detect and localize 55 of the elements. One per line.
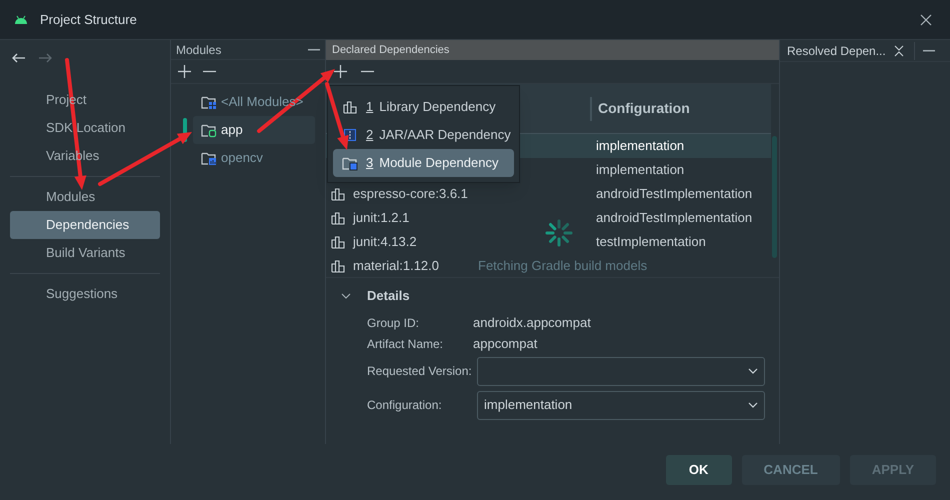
dialog-button[interactable]: OK [666,455,732,485]
android-logo-icon [14,14,28,24]
table-cell-text: junit:4.13.2 [353,233,417,252]
module-item[interactable]: opencv [193,144,315,172]
minimize-icon[interactable] [922,50,935,52]
dropdown-field[interactable] [477,356,765,386]
table-cell-text: androidTestImplementation [596,209,752,228]
panel-title: Resolved Depen... [787,42,886,60]
table-cell-text: espresso-core:3.6.1 [353,185,468,204]
panel-title: Modules [176,42,222,58]
menu-item[interactable]: 3 Module Dependency [333,149,514,177]
table-cell-text: junit:1.2.1 [353,209,410,228]
field-label: Configuration: [367,397,443,414]
add-icon[interactable] [178,65,191,78]
folder-icon [342,156,358,170]
library-icon [331,236,345,248]
library-icon [331,212,345,224]
library-icon [342,100,358,114]
add-icon[interactable] [334,65,347,78]
sidebar-item[interactable]: SDK Location [10,114,160,142]
back-arrow-icon[interactable] [12,53,26,63]
close-icon[interactable] [920,14,932,26]
sidebar-item[interactable]: Modules [10,183,160,211]
sidebar-item[interactable]: Suggestions [10,280,160,308]
section-title: Details [367,287,410,306]
field-value: androidx.appcompat [473,314,591,332]
sidebar-item[interactable]: Dependencies [10,211,160,239]
library-icon [331,260,345,272]
library-icon [331,188,345,200]
module-item[interactable]: app [193,116,315,144]
chevron-down-icon [748,402,758,408]
field-value: appcompat [473,334,538,353]
table-cell-text: implementation [596,137,684,156]
scrollbar[interactable] [772,136,777,258]
field-label: Requested Version: [367,363,473,380]
menu-item[interactable]: 1 Library Dependency [333,93,514,121]
table-cell-text: implementation [596,161,684,180]
folder-icon [201,94,217,110]
chevron-down-icon[interactable] [341,291,351,301]
table-cell-text: material:1.12.0 [353,257,439,276]
window-title: Project Structure [40,10,137,29]
dropdown-field[interactable]: implementation [477,390,765,420]
sidebar-item[interactable]: Build Variants [10,239,160,267]
minimize-icon[interactable] [308,48,320,50]
field-label: Artifact Name: [367,336,444,352]
table-cell-text: androidTestImplementation [596,185,752,204]
panel-title: Declared Dependencies [332,42,450,58]
collapse-icon[interactable] [894,44,904,56]
table-cell-text: testImplementation [596,233,706,252]
loading-text: Fetching Gradle build models [478,257,648,275]
loading-spinner-icon [545,219,573,247]
column-header[interactable]: Configuration [598,98,690,119]
chevron-down-icon [748,368,758,374]
folder-icon [201,150,217,166]
folder-icon [201,122,217,138]
